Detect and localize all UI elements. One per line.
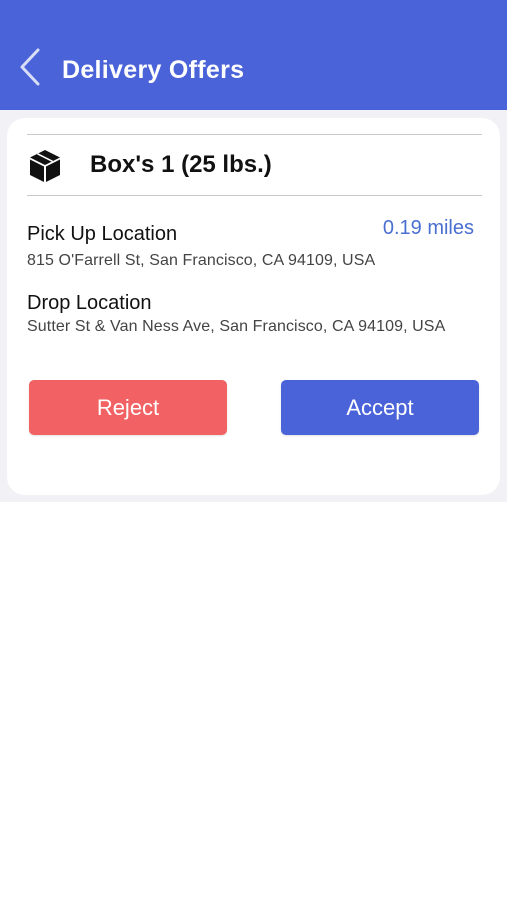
drop-label: Drop Location xyxy=(27,292,152,314)
pickup-address: 815 O'Farrell St, San Francisco, CA 9410… xyxy=(27,252,376,269)
package-title: Box's 1 (25 lbs.) xyxy=(90,151,272,178)
delivery-offers-screen: Delivery Offers Box's 1 (25 lbs.) Pick U… xyxy=(0,0,507,900)
offer-card: Box's 1 (25 lbs.) Pick Up Location 0.19 … xyxy=(7,118,500,495)
distance-value: 0.19 miles xyxy=(382,217,474,239)
accept-button[interactable]: Accept xyxy=(281,380,479,435)
header-bar: Delivery Offers xyxy=(0,0,507,110)
chevron-left-icon xyxy=(19,48,41,91)
drop-address: Sutter St & Van Ness Ave, San Francisco,… xyxy=(27,318,446,335)
page-title: Delivery Offers xyxy=(62,56,245,84)
box-icon xyxy=(27,148,63,184)
card-divider-top xyxy=(27,134,482,135)
back-button[interactable] xyxy=(14,48,46,90)
pickup-label: Pick Up Location xyxy=(27,223,178,245)
reject-button[interactable]: Reject xyxy=(29,380,227,435)
card-divider-bottom xyxy=(27,195,482,196)
